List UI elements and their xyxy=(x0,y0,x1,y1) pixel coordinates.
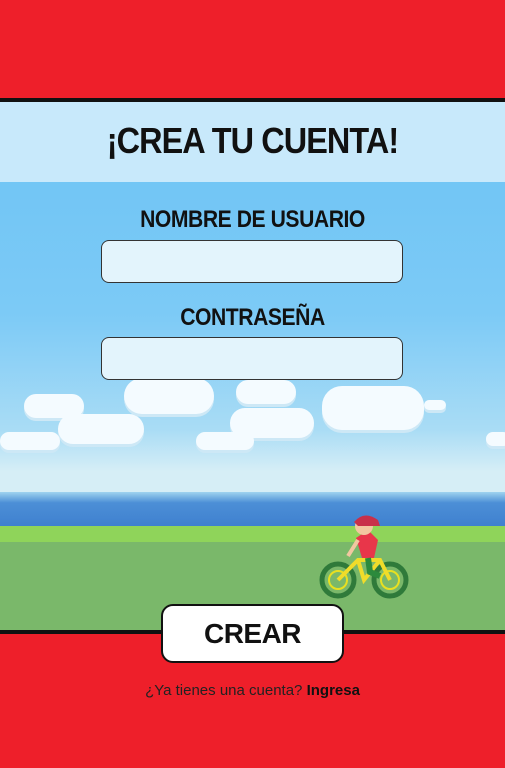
cloud xyxy=(58,414,144,444)
cloud xyxy=(236,380,296,404)
username-label: NOMBRE DE USUARIO xyxy=(140,206,365,233)
login-link[interactable]: Ingresa xyxy=(307,682,360,699)
title-band: ¡CREA TU CUENTA! xyxy=(0,102,505,182)
username-input[interactable] xyxy=(101,240,403,283)
cloud xyxy=(0,432,60,450)
password-label: CONTRASEÑA xyxy=(180,304,325,331)
cloud xyxy=(196,432,254,450)
cloud xyxy=(124,378,214,414)
login-prompt: ¿Ya tienes una cuenta? Ingresa xyxy=(0,682,505,699)
sea xyxy=(0,492,505,528)
login-prompt-text: ¿Ya tienes una cuenta? xyxy=(145,682,303,699)
cloud xyxy=(322,386,424,430)
scene-background: ¡CREA TU CUENTA! NOMBRE DE USUARIO CONTR… xyxy=(0,98,505,634)
signup-screen: ¡CREA TU CUENTA! NOMBRE DE USUARIO CONTR… xyxy=(0,0,505,768)
password-input[interactable] xyxy=(101,337,403,380)
cloud xyxy=(424,400,446,410)
page-title: ¡CREA TU CUENTA! xyxy=(106,120,399,161)
cyclist-illustration xyxy=(319,515,409,599)
cloud xyxy=(486,432,505,446)
create-account-button[interactable]: CREAR xyxy=(161,604,344,663)
